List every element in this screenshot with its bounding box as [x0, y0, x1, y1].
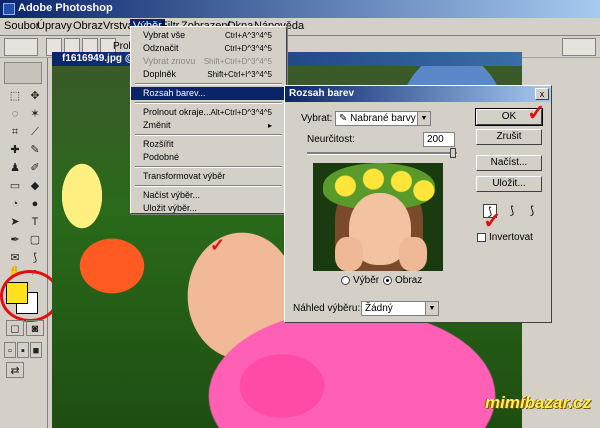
app-titlebar: Adobe Photoshop — [0, 0, 600, 18]
toolbox: ⬚ ✥ ◌ ✶ ⌗ ⟋ ✚ ✎ ♟ ✐ ▭ ◆ ◔ ● ➤ T ✒ ▢ ✉ ⟆ … — [0, 58, 60, 428]
preview-mode-dropdown[interactable]: Žádný ▼ — [361, 301, 439, 316]
slice-tool-icon[interactable]: ⟋ — [26, 124, 44, 140]
fuzziness-input[interactable]: 200 — [423, 132, 455, 147]
shape-tool-icon[interactable]: ▢ — [26, 232, 44, 248]
invert-checkbox[interactable] — [477, 233, 486, 242]
menu-item-grow[interactable]: Rozšířit — [131, 138, 286, 151]
menubar: Soubor Úpravy Obraz Vrstva Výběr Filtr Z… — [0, 18, 600, 36]
preview-right-hand — [399, 237, 427, 271]
eyedropper-minus-icon[interactable]: ⟆ — [525, 204, 539, 218]
load-button[interactable]: Načíst... — [476, 155, 542, 171]
eraser-tool-icon[interactable]: ▭ — [6, 178, 24, 194]
healing-brush-icon[interactable]: ✚ — [6, 142, 24, 158]
radio-selection-label: Výběr — [353, 275, 380, 286]
select-label: Vybrat: — [301, 113, 333, 124]
history-brush-icon[interactable]: ✐ — [26, 160, 44, 176]
photoshop-app-icon — [3, 3, 15, 15]
chevron-down-icon: ▼ — [425, 302, 438, 315]
menu-image[interactable]: Obraz — [73, 20, 103, 32]
select-menu-dropdown: Vybrat vše Ctrl+A^3^4^5 Odznačit Ctrl+D^3^… — [130, 26, 287, 214]
lasso-tool-icon[interactable]: ◌ — [6, 106, 24, 122]
paint-bucket-icon[interactable]: ◆ — [26, 178, 44, 194]
preview-mode-label: Náhled výběru: — [293, 303, 361, 314]
feather-logo-icon — [4, 62, 42, 84]
fuzziness-slider-handle[interactable] — [450, 148, 456, 158]
dialog-title[interactable]: Rozsah barev — [285, 86, 551, 102]
save-button[interactable]: Uložit... — [476, 176, 542, 192]
screen-mode-full-icon[interactable]: ■ — [30, 342, 42, 358]
preview-left-hand — [335, 237, 363, 271]
cancel-button[interactable]: Zrušit — [476, 129, 542, 145]
annotation-check-photo: ✓ — [210, 235, 226, 255]
path-select-icon[interactable]: ➤ — [6, 214, 24, 230]
standard-mode-icon[interactable]: ◻ — [6, 320, 24, 336]
type-tool-icon[interactable]: T — [26, 214, 44, 230]
eyedropper-small-icon: ✎ — [339, 113, 351, 124]
brush-tool-icon[interactable]: ✎ — [26, 142, 44, 158]
dialog-close-button[interactable]: x — [535, 88, 549, 100]
radio-selection[interactable] — [341, 276, 350, 285]
lasso-preset-picker[interactable] — [4, 38, 38, 56]
document-title[interactable]: f1616949.jpg @ — [52, 52, 522, 66]
jump-to-imageready-icon[interactable]: ⇄ — [6, 362, 24, 378]
quick-mask-icon[interactable]: ◙ — [26, 320, 44, 336]
menu-file[interactable]: Soubor — [4, 20, 39, 32]
menu-separator — [135, 83, 282, 85]
invert-label: Invertovat — [489, 232, 533, 243]
app-title: Adobe Photoshop — [18, 2, 113, 14]
fuzziness-label: Neurčitost: — [307, 134, 355, 145]
menu-item-feather[interactable]: Prolnout okraje... Alt+Ctrl+D^3^4^5 — [131, 106, 286, 119]
menu-item-reselect[interactable]: Vybrat znovu Shift+Ctrl+D^3^4^5 — [131, 55, 286, 68]
menu-separator — [135, 185, 282, 187]
magic-wand-icon[interactable]: ✶ — [26, 106, 44, 122]
crop-tool-icon[interactable]: ⌗ — [6, 124, 24, 140]
eyedropper-plus-icon[interactable]: ⟆ — [505, 204, 519, 218]
annotation-red-circle — [0, 270, 60, 322]
menu-edit[interactable]: Úpravy — [37, 20, 72, 32]
screen-mode-full-menu-icon[interactable]: ▪ — [17, 342, 29, 358]
dodge-tool-icon[interactable]: ● — [26, 196, 44, 212]
radio-image-label: Obraz — [395, 275, 423, 286]
menu-item-similar[interactable]: Podobné — [131, 151, 286, 164]
radio-image[interactable] — [383, 276, 392, 285]
annotation-check-eyedropper: ✓ — [483, 208, 502, 233]
screen-mode-standard-icon[interactable]: ▫ — [4, 342, 16, 358]
menu-item-color-range[interactable]: Rozsah barev... — [131, 87, 286, 100]
watermark: mimibazar.cz — [485, 393, 591, 412]
chevron-down-icon: ▼ — [417, 112, 430, 125]
feather-label: Prol — [113, 41, 131, 52]
blur-tool-icon[interactable]: ◔ — [6, 196, 24, 212]
palette-well[interactable] — [562, 38, 596, 56]
menu-item-modify[interactable]: Změnit ▸ — [131, 119, 286, 132]
menu-item-inverse[interactable]: Doplněk Shift+Ctrl+I^3^4^5 — [131, 68, 286, 81]
menu-item-deselect[interactable]: Odznačit Ctrl+D^3^4^5 — [131, 42, 286, 55]
menu-item-save-selection[interactable]: Uložit výběr... — [131, 202, 286, 215]
menu-item-select-all[interactable]: Vybrat vše Ctrl+A^3^4^5 — [131, 29, 286, 42]
menu-separator — [135, 134, 282, 136]
menu-separator — [135, 166, 282, 168]
marquee-tool-icon[interactable]: ⬚ — [6, 88, 24, 104]
menu-item-transform-selection[interactable]: Transformovat výběr — [131, 170, 286, 183]
move-tool-icon[interactable]: ✥ — [26, 88, 44, 104]
annotation-check-ok: ✓ — [527, 100, 546, 125]
select-mode-dropdown[interactable]: ✎ Nabrané barvy ▼ — [335, 111, 431, 126]
menu-separator — [135, 102, 282, 104]
color-range-dialog: Rozsah barev x Vybrat: ✎ Nabrané barvy ▼… — [284, 85, 552, 323]
fuzziness-slider-track[interactable] — [307, 152, 457, 155]
clone-stamp-icon[interactable]: ♟ — [6, 160, 24, 176]
selection-preview-image[interactable] — [313, 163, 443, 271]
menu-item-load-selection[interactable]: Načíst výběr... — [131, 189, 286, 202]
pen-tool-icon[interactable]: ✒ — [6, 232, 24, 248]
